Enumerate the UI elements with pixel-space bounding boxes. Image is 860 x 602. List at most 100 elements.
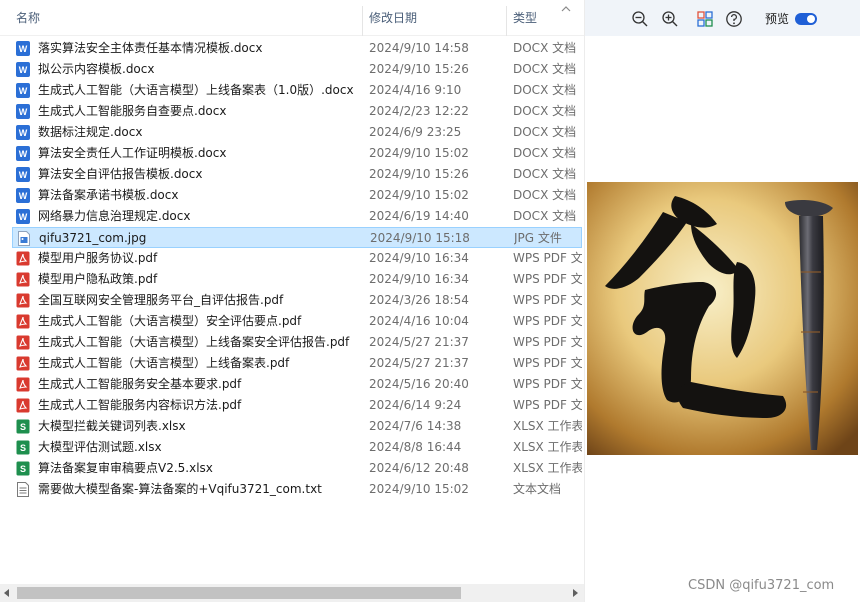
file-row[interactable]: 模型用户隐私政策.pdf 2024/9/10 16:34 WPS PDF 文档 (12, 269, 582, 290)
file-type: WPS PDF 文档 (513, 377, 582, 391)
file-modified-date: 2024/6/19 14:40 (369, 209, 469, 223)
file-modified-date: 2024/2/23 12:22 (369, 104, 469, 118)
file-row[interactable]: W 拟公示内容模板.docx 2024/9/10 15:26 DOCX 文档 (12, 59, 582, 80)
file-row[interactable]: 需要做大模型备案-算法备案的+Vqifu3721_com.txt 2024/9/1… (12, 479, 582, 500)
svg-text:W: W (19, 128, 28, 138)
file-name: qifu3721_com.jpg (39, 231, 147, 245)
file-type: DOCX 文档 (513, 83, 577, 97)
file-modified-date: 2024/4/16 10:04 (369, 314, 469, 328)
column-date-header[interactable]: 修改日期 (363, 0, 506, 36)
file-name: 全国互联网安全管理服务平台_自评估报告.pdf (38, 293, 284, 307)
column-name-header[interactable]: 名称 (10, 0, 362, 36)
file-row[interactable]: S 算法备案复审审稿要点V2.5.xlsx 2024/6/12 20:48 XLSX … (12, 458, 582, 479)
image-file-icon (17, 231, 31, 246)
pdf-doc-icon (16, 251, 30, 266)
file-modified-date: 2024/9/10 16:34 (369, 272, 469, 286)
file-modified-date: 2024/4/16 9:10 (369, 83, 462, 97)
file-name: 数据标注规定.docx (38, 125, 143, 139)
svg-text:W: W (19, 170, 28, 180)
file-name: 需要做大模型备案-算法备案的+Vqifu3721_com.txt (38, 482, 322, 496)
word-doc-icon: W (16, 41, 30, 56)
file-type: XLSX 工作表 (513, 461, 582, 475)
file-row[interactable]: W 数据标注规定.docx 2024/6/9 23:25 DOCX 文档 (12, 122, 582, 143)
scroll-right-icon[interactable] (570, 588, 580, 598)
file-type: DOCX 文档 (513, 62, 577, 76)
file-row[interactable]: W 生成式人工智能（大语言模型）上线备案表（1.0版）.docx 2024/4/16… (12, 80, 582, 101)
file-name: 算法备案承诺书模板.docx (38, 188, 179, 202)
scrollbar-thumb[interactable] (17, 587, 461, 599)
preview-label: 预览 (765, 12, 790, 26)
pdf-doc-icon (16, 377, 30, 392)
pdf-doc-icon (16, 272, 30, 287)
svg-text:W: W (19, 107, 28, 117)
file-modified-date: 2024/5/16 20:40 (369, 377, 469, 391)
file-modified-date: 2024/9/10 15:26 (369, 62, 469, 76)
file-row[interactable]: W 落实算法安全主体责任基本情况模板.docx 2024/9/10 14:58 DOC… (12, 38, 582, 59)
file-type: WPS PDF 文档 (513, 398, 582, 412)
file-modified-date: 2024/9/10 15:02 (369, 146, 469, 160)
word-doc-icon: W (16, 125, 30, 140)
file-row[interactable]: 生成式人工智能（大语言模型）上线备案安全评估报告.pdf 2024/5/27 21… (12, 332, 582, 353)
file-row[interactable]: S 大模型评估测试题.xlsx 2024/8/8 16:44 XLSX 工作表 (12, 437, 582, 458)
file-modified-date: 2024/9/10 16:34 (369, 251, 469, 265)
file-type: DOCX 文档 (513, 125, 577, 139)
file-row[interactable]: 生成式人工智能（大语言模型）安全评估要点.pdf 2024/4/16 10:04 W… (12, 311, 582, 332)
file-row[interactable]: 生成式人工智能（大语言模型）上线备案表.pdf 2024/5/27 21:37 WP… (12, 353, 582, 374)
file-name: 算法安全自评估报告模板.docx (38, 167, 203, 181)
pdf-doc-icon (16, 398, 30, 413)
file-row[interactable]: 模型用户服务协议.pdf 2024/9/10 16:34 WPS PDF 文档 (12, 248, 582, 269)
file-row[interactable]: W 生成式人工智能服务自查要点.docx 2024/2/23 12:22 DOCX 文… (12, 101, 582, 122)
file-modified-date: 2024/9/10 15:26 (369, 167, 469, 181)
file-name: 落实算法安全主体责任基本情况模板.docx (38, 41, 263, 55)
svg-text:W: W (19, 65, 28, 75)
zoom-in-icon[interactable] (661, 10, 679, 28)
help-icon[interactable] (725, 10, 743, 28)
file-modified-date: 2024/6/14 9:24 (369, 398, 462, 412)
word-doc-icon: W (16, 104, 30, 119)
svg-text:W: W (19, 86, 28, 96)
zoom-out-icon[interactable] (631, 10, 649, 28)
sort-ascending-icon (561, 6, 571, 12)
pdf-doc-icon (16, 314, 30, 329)
file-type: DOCX 文档 (513, 104, 577, 118)
file-row[interactable]: 生成式人工智能服务内容标识方法.pdf 2024/6/14 9:24 WPS PDF… (12, 395, 582, 416)
word-doc-icon: W (16, 209, 30, 224)
file-modified-date: 2024/3/26 18:54 (369, 293, 469, 307)
file-type: WPS PDF 文档 (513, 251, 582, 265)
file-modified-date: 2024/7/6 14:38 (369, 419, 462, 433)
horizontal-scrollbar[interactable] (0, 584, 584, 602)
file-row[interactable]: W 网络暴力信息治理规定.docx 2024/6/19 14:40 DOCX 文档 (12, 206, 582, 227)
file-row[interactable]: W 算法安全自评估报告模板.docx 2024/9/10 15:26 DOCX 文档 (12, 164, 582, 185)
scroll-left-icon[interactable] (2, 588, 12, 598)
file-modified-date: 2024/5/27 21:37 (369, 356, 469, 370)
file-row[interactable]: qifu3721_com.jpg 2024/9/10 15:18 JPG 文件 (12, 227, 582, 248)
file-row[interactable]: W 算法备案承诺书模板.docx 2024/9/10 15:02 DOCX 文档 (12, 185, 582, 206)
preview-toolbar: 预览 (585, 0, 860, 36)
spreadsheet-icon: S (16, 419, 30, 434)
word-doc-icon: W (16, 146, 30, 161)
spreadsheet-icon: S (16, 440, 30, 455)
file-row[interactable]: S 大模型拦截关键词列表.xlsx 2024/7/6 14:38 XLSX 工作表 (12, 416, 582, 437)
file-row[interactable]: 生成式人工智能服务安全基本要求.pdf 2024/5/16 20:40 WPS PD… (12, 374, 582, 395)
svg-text:S: S (20, 464, 26, 474)
file-name: 模型用户隐私政策.pdf (38, 272, 158, 286)
file-name: 算法备案复审审稿要点V2.5.xlsx (38, 461, 213, 475)
file-name: 大模型拦截关键词列表.xlsx (38, 419, 186, 433)
toggle-knob (807, 15, 815, 23)
file-type: XLSX 工作表 (513, 419, 582, 433)
preview-toggle[interactable] (795, 13, 817, 25)
svg-text:S: S (20, 422, 26, 432)
file-row[interactable]: 全国互联网安全管理服务平台_自评估报告.pdf 2024/3/26 18:54 WP… (12, 290, 582, 311)
file-row[interactable]: W 算法安全责任人工作证明模板.docx 2024/9/10 15:02 DOCX 文… (12, 143, 582, 164)
pdf-doc-icon (16, 335, 30, 350)
layout-grid-icon[interactable] (696, 10, 714, 28)
word-doc-icon: W (16, 188, 30, 203)
file-name: 生成式人工智能服务安全基本要求.pdf (38, 377, 242, 391)
pdf-doc-icon (16, 356, 30, 371)
file-modified-date: 2024/9/10 15:02 (369, 188, 469, 202)
preview-pane: 预览 (584, 0, 860, 602)
svg-text:W: W (19, 191, 28, 201)
file-modified-date: 2024/8/8 16:44 (369, 440, 462, 454)
svg-text:S: S (20, 443, 26, 453)
file-name: 生成式人工智能服务内容标识方法.pdf (38, 398, 242, 412)
